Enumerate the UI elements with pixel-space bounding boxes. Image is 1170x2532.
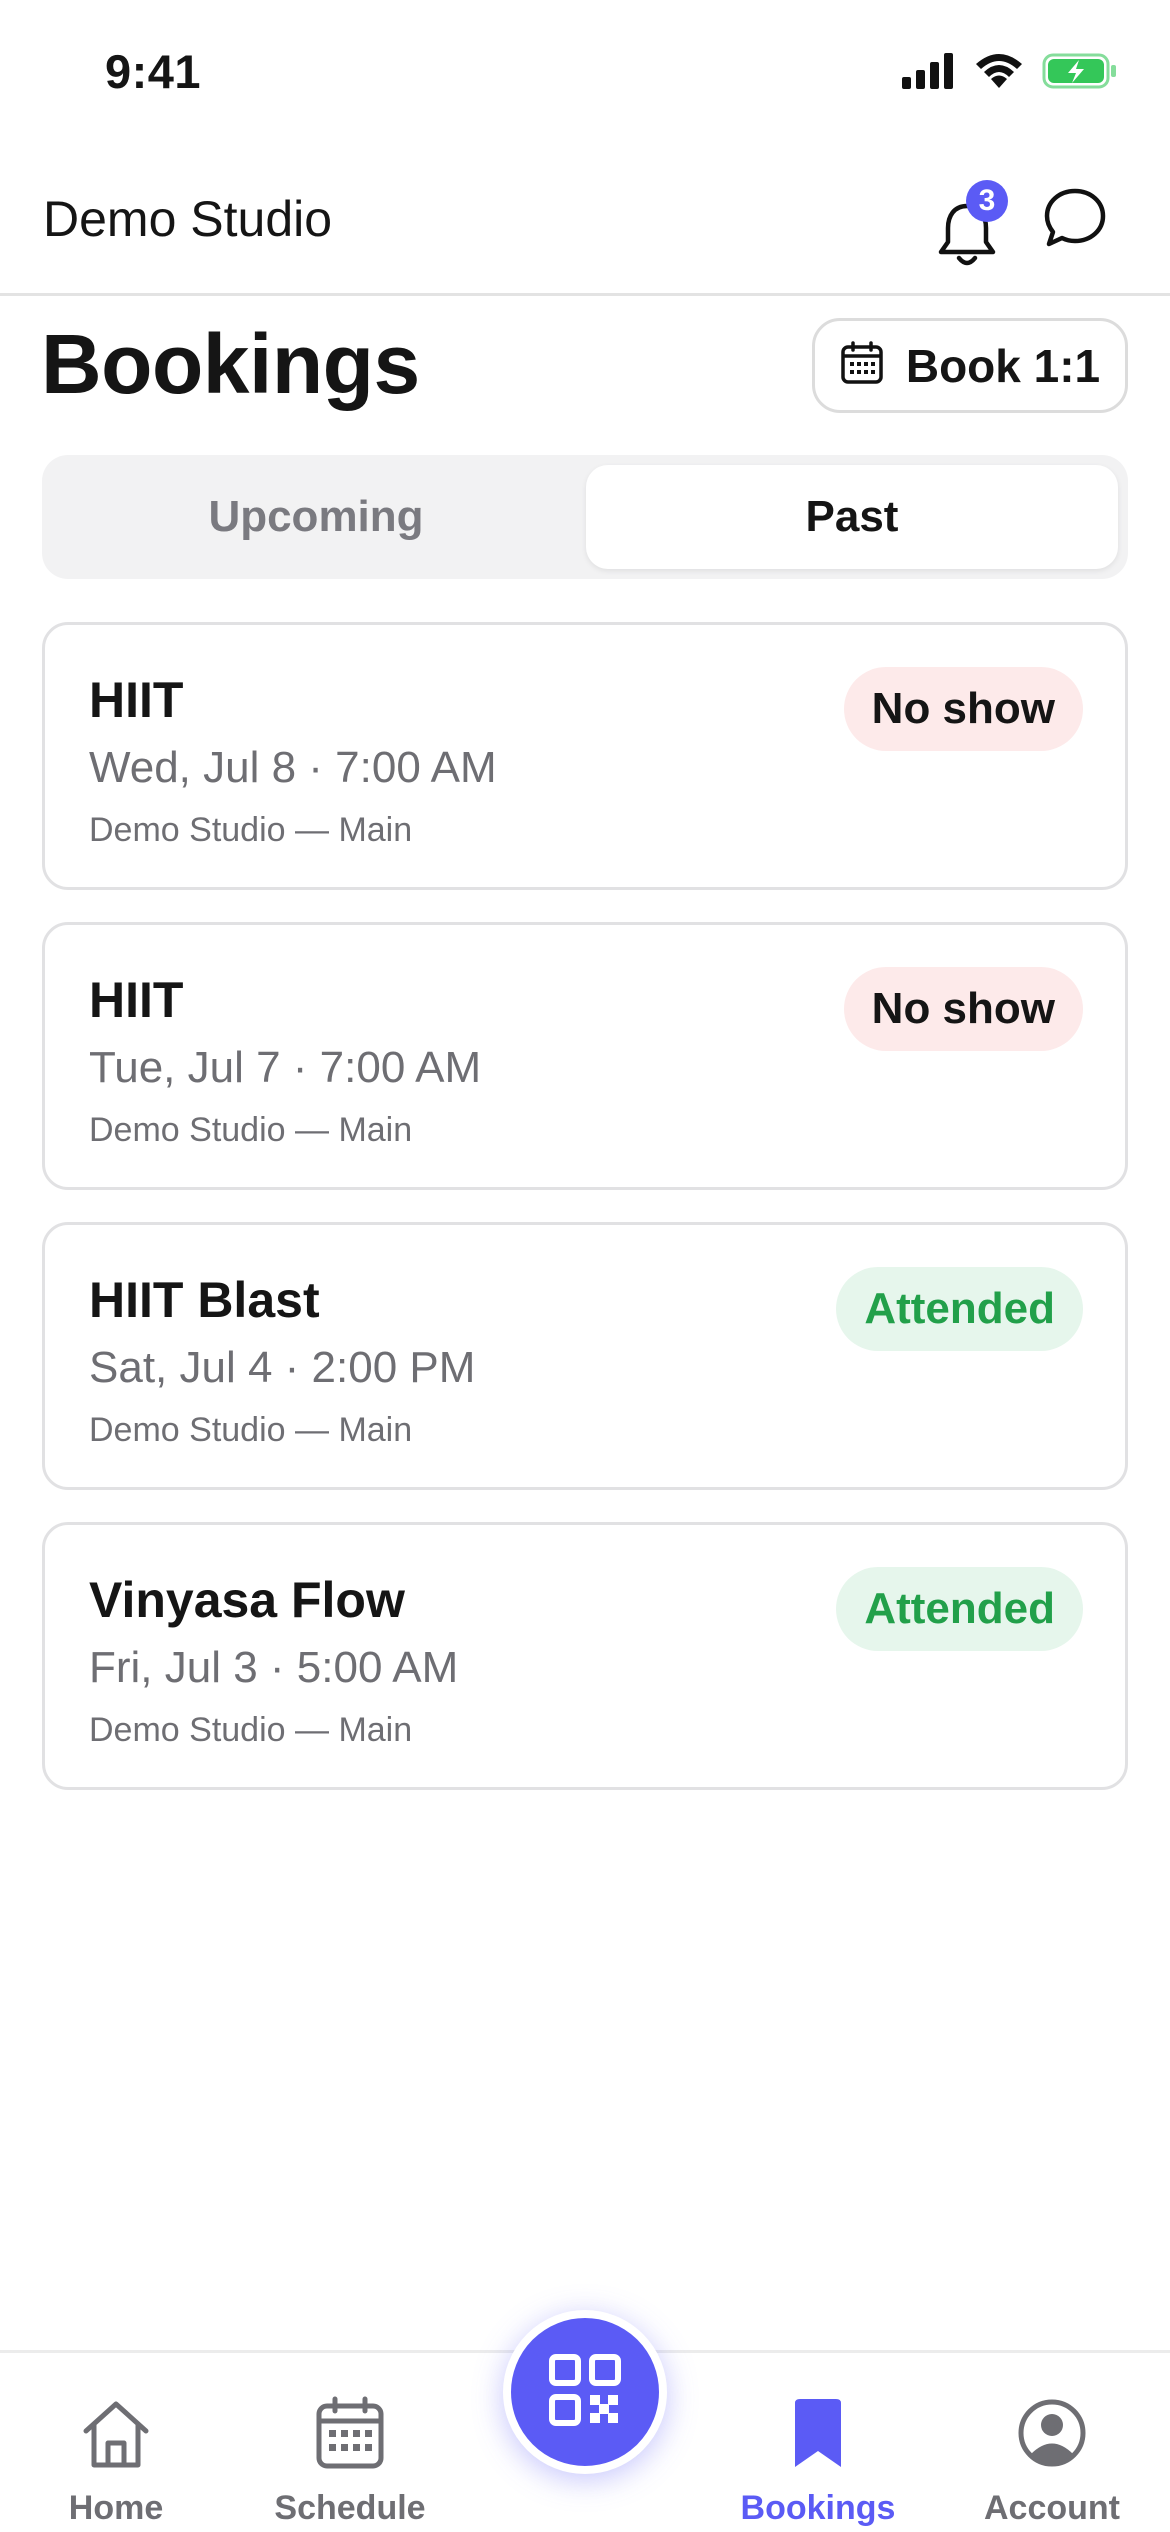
book-button-label: Book 1:1 (905, 339, 1101, 392)
wifi-icon (974, 52, 1024, 95)
status-time: 9:41 (105, 45, 202, 98)
nav-schedule-label: Schedule (274, 2489, 426, 2527)
booking-location: Demo Studio — Main (89, 1411, 413, 1449)
notification-badge: 3 (966, 180, 1008, 222)
calendar-icon (250, 2395, 450, 2471)
status-badge: No show (843, 967, 1083, 1051)
status-badge: No show (843, 667, 1083, 751)
nav-bookings-label: Bookings (740, 2489, 896, 2527)
booking-card[interactable]: HIIT Blast Sat, Jul 4 · 2:00 PM Demo Stu… (42, 1222, 1128, 1490)
user-circle-icon (952, 2395, 1152, 2471)
nav-account-label: Account (984, 2489, 1120, 2527)
nav-home-label: Home (68, 2489, 164, 2527)
booking-datetime: Tue, Jul 7 · 7:00 AM (89, 1043, 482, 1092)
booking-datetime: Fri, Jul 3 · 5:00 AM (89, 1643, 459, 1692)
booking-class-name: HIIT (89, 672, 184, 728)
booking-datetime: Wed, Jul 8 · 7:00 AM (89, 743, 497, 792)
top-header: Demo Studio 3 (0, 150, 1170, 296)
notifications-button[interactable]: 3 (936, 180, 1008, 270)
booking-location: Demo Studio — Main (89, 811, 413, 849)
booking-datetime: Sat, Jul 4 · 2:00 PM (89, 1343, 476, 1392)
status-bar: 9:41 (0, 0, 1170, 150)
booking-class-name: Vinyasa Flow (89, 1572, 405, 1628)
nav-bookings[interactable]: Bookings (718, 2395, 918, 2528)
nav-account[interactable]: Account (952, 2395, 1152, 2528)
messages-button[interactable] (1040, 184, 1110, 254)
studio-name: Demo Studio (43, 191, 333, 247)
booking-card[interactable]: HIIT Tue, Jul 7 · 7:00 AM Demo Studio — … (42, 922, 1128, 1190)
qr-code-icon (549, 2353, 621, 2431)
calendar-icon (840, 341, 884, 390)
status-badge: Attended (836, 1567, 1083, 1651)
booking-card[interactable]: Vinyasa Flow Fri, Jul 3 · 5:00 AM Demo S… (42, 1522, 1128, 1790)
page-title: Bookings (41, 317, 420, 411)
tab-past[interactable]: Past (586, 465, 1118, 569)
booking-class-name: HIIT (89, 972, 184, 1028)
status-icons (902, 52, 1118, 95)
booking-location: Demo Studio — Main (89, 1111, 413, 1149)
chat-bubble-icon (1040, 188, 1110, 258)
nav-home[interactable]: Home (16, 2395, 216, 2528)
home-icon (16, 2395, 216, 2471)
booking-card[interactable]: HIIT Wed, Jul 8 · 7:00 AM Demo Studio — … (42, 622, 1128, 890)
cellular-signal-icon (902, 53, 956, 94)
bookmark-icon (718, 2395, 918, 2471)
booking-location: Demo Studio — Main (89, 1711, 413, 1749)
status-badge: Attended (836, 1267, 1083, 1351)
battery-charging-icon (1042, 52, 1118, 95)
nav-schedule[interactable]: Schedule (250, 2395, 450, 2528)
tab-upcoming[interactable]: Upcoming (52, 465, 580, 569)
booking-class-name: HIIT Blast (89, 1272, 320, 1328)
qr-code-button[interactable] (503, 2310, 667, 2474)
bookings-segmented-control: Upcoming Past (42, 455, 1128, 579)
book-1on1-button[interactable]: Book 1:1 (812, 318, 1128, 413)
